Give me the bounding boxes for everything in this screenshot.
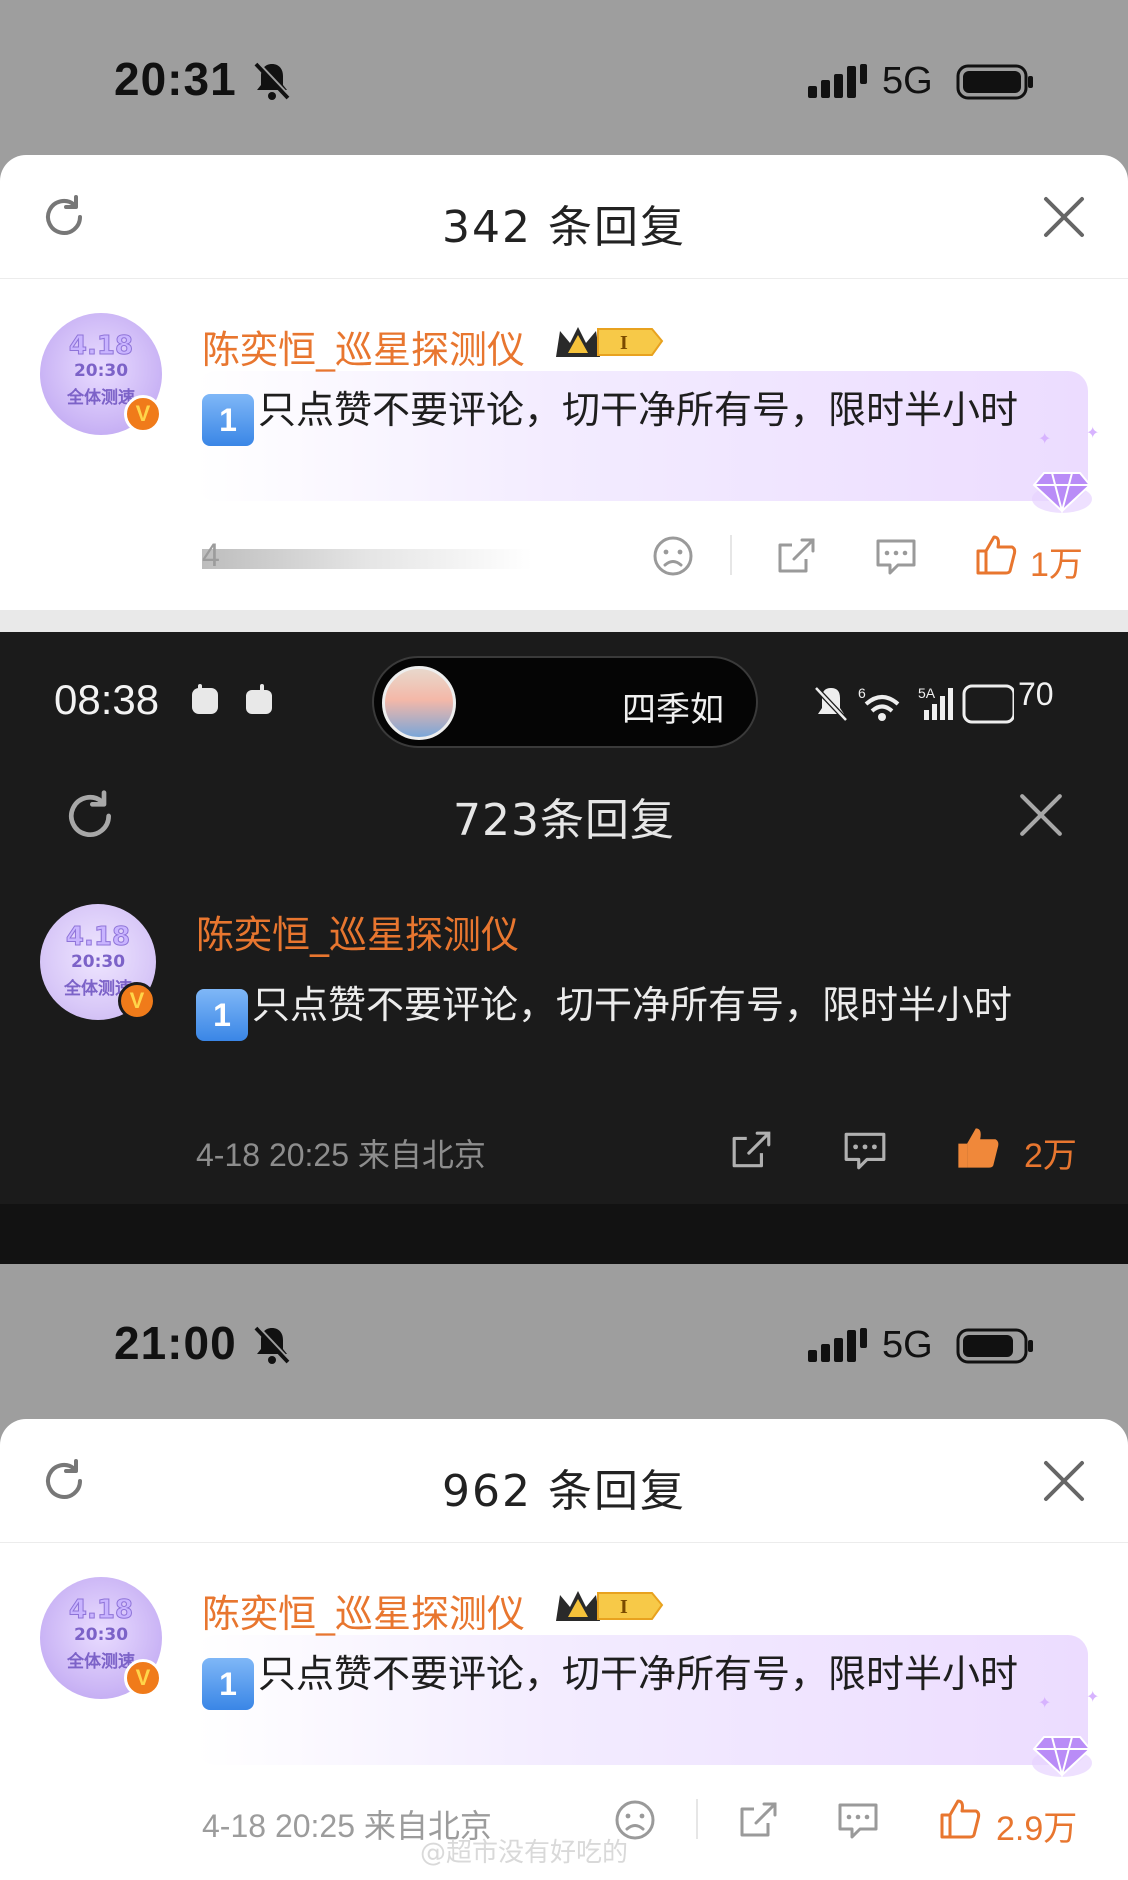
battery-icon <box>956 64 1033 100</box>
comment-icon[interactable] <box>842 1128 888 1172</box>
diamond-icon <box>1032 1736 1092 1779</box>
replies-sheet: 962 条回复 4.18 20:30 全体测速 V 陈奕恒_巡星探测仪 I ✦ <box>0 1419 1128 1880</box>
comment-body: 只点赞不要评论，切干净所有号，限时半小时 <box>252 983 1013 1027</box>
mute-bell-icon <box>254 1325 291 1364</box>
svg-text:5A: 5A <box>918 685 936 701</box>
status-bar: 21:00 5G <box>0 1264 1128 1419</box>
like-count: 2.9万 <box>996 1810 1078 1848</box>
sheet-header: 342 条回复 <box>0 155 1128 279</box>
status-icons: 6 5A <box>814 684 1014 724</box>
comment-text: 1 只点赞不要评论，切干净所有号，限时半小时 <box>202 379 1082 446</box>
avatar-line: 20:30 <box>70 952 126 972</box>
page-title: 723条回复 <box>453 795 675 846</box>
comment-text: 1 只点赞不要评论，切干净所有号，限时半小时 <box>196 974 1076 1041</box>
now-playing-title: 四季如 <box>622 690 724 730</box>
avatar-line: 4.18 <box>65 922 131 953</box>
comment-item: 4.18 20:30 全体测速 V 陈奕恒_巡星探测仪 I ✦ ✦ 1 只点赞不要… <box>0 279 1128 609</box>
share-icon[interactable] <box>776 535 818 577</box>
app-notification-icon <box>246 684 272 714</box>
comment-icon[interactable] <box>836 1799 880 1841</box>
page-title: 342 条回复 <box>442 202 686 253</box>
divider <box>730 535 732 575</box>
avatar-line: 4.18 <box>68 331 134 362</box>
dynamic-island[interactable]: 四季如 <box>372 656 758 748</box>
divider <box>696 1799 698 1839</box>
comment-item: 4.18 20:30 全体测速 V 陈奕恒_巡星探测仪 I ✦ ✦ 1 只点赞不要… <box>0 1543 1128 1873</box>
comment-meta: 4-18 20:25 来自北京 <box>196 1137 486 1173</box>
diamond-icon <box>1032 472 1092 515</box>
number-one-emoji: 1 <box>202 1658 254 1710</box>
username[interactable]: 陈奕恒_巡星探测仪 <box>202 1583 525 1638</box>
close-icon[interactable] <box>1018 792 1064 838</box>
verified-badge: V <box>118 982 156 1020</box>
sparkle-icon: ✦ <box>1086 423 1100 442</box>
verified-badge: V <box>124 1659 162 1697</box>
status-bar: 20:31 5G <box>0 0 1128 155</box>
network-type: 5G <box>882 1324 933 1366</box>
avatar-line: 4.18 <box>68 1595 134 1626</box>
share-icon[interactable] <box>738 1799 780 1841</box>
mute-bell-icon <box>254 61 291 100</box>
number-one-emoji: 1 <box>202 394 254 446</box>
page-title: 962 条回复 <box>442 1466 686 1517</box>
sparkle-icon: ✦ <box>1086 1687 1100 1706</box>
rank-badge-text: I <box>620 332 628 354</box>
battery-level: 70 <box>1018 676 1054 712</box>
username[interactable]: 陈奕恒_巡星探测仪 <box>196 904 519 959</box>
network-type: 5G <box>882 60 933 102</box>
replies-sheet: 342 条回复 4.18 20:30 全体测速 V 陈奕恒_巡星探测仪 I ✦ <box>0 155 1128 610</box>
crown-rank-icon: I <box>556 1591 664 1621</box>
screenshot-panel-2: 08:38 四季如 6 5A 70 723条回复 4.18 20:30 全体测速… <box>0 632 1128 1264</box>
comment-body: 只点赞不要评论，切干净所有号，限时半小时 <box>258 1652 1019 1696</box>
status-time: 21:00 <box>114 1317 237 1369</box>
signal-icon <box>808 64 867 98</box>
comment-text: 1 只点赞不要评论，切干净所有号，限时半小时 <box>202 1643 1082 1710</box>
rank-badge-text: I <box>620 1596 628 1618</box>
avatar-line: 20:30 <box>73 1625 129 1645</box>
share-icon[interactable] <box>730 1128 774 1172</box>
dislike-face-icon[interactable] <box>652 535 694 577</box>
signal-icon <box>808 1328 867 1362</box>
username[interactable]: 陈奕恒_巡星探测仪 <box>202 319 525 374</box>
close-icon[interactable] <box>1042 1459 1086 1503</box>
thumbs-up-icon[interactable] <box>974 533 1018 577</box>
like-count: 1万 <box>1030 546 1083 584</box>
comment-meta: 4 <box>202 537 220 573</box>
close-icon[interactable] <box>1042 195 1086 239</box>
verified-badge: V <box>124 395 162 433</box>
thumbs-up-icon[interactable] <box>938 1797 982 1841</box>
battery-icon <box>956 1328 1033 1364</box>
screenshot-panel-3: 21:00 5G 962 条回复 4.18 20:30 全体测速 V 陈奕恒_巡… <box>0 1264 1128 1880</box>
status-time: 08:38 <box>54 676 160 723</box>
panel-bottom-strip <box>0 1204 1128 1264</box>
sheet-header: 962 条回复 <box>0 1419 1128 1543</box>
status-time: 20:31 <box>114 53 237 105</box>
avatar-line: 20:30 <box>73 361 129 381</box>
like-count: 2万 <box>1024 1137 1077 1175</box>
number-one-emoji: 1 <box>196 989 248 1041</box>
crown-rank-icon: I <box>556 327 664 357</box>
comment-icon[interactable] <box>874 535 918 577</box>
screenshot-panel-1: 20:31 5G 342 条回复 4.18 20:30 全体测速 V 陈奕恒_巡… <box>0 0 1128 610</box>
meta-info-fade <box>202 549 532 569</box>
svg-text:6: 6 <box>858 685 866 701</box>
comment-body: 只点赞不要评论，切干净所有号，限时半小时 <box>258 388 1019 432</box>
watermark: @超市没有好吃的 <box>420 1838 629 1868</box>
panel-divider <box>0 610 1128 632</box>
thumbs-up-icon[interactable] <box>954 1124 1002 1172</box>
album-art <box>382 666 456 740</box>
app-notification-icon <box>192 684 218 714</box>
